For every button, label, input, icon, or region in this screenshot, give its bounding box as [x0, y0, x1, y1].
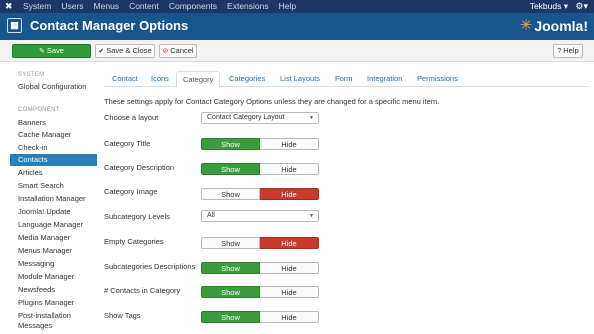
sidebar-heading-component: COMPONENT [18, 107, 60, 113]
save-button[interactable]: ✎ Save [12, 44, 91, 58]
tab-categories[interactable]: Categories [223, 71, 271, 87]
category-title-hide-button[interactable]: Hide [260, 138, 319, 150]
contacts-in-category-label: # Contacts in Category [104, 286, 181, 295]
contacts-in-category-show-button[interactable]: Show [201, 286, 260, 298]
show-tags-show-button[interactable]: Show [201, 311, 260, 323]
cancel-icon: ⊘ [162, 48, 169, 55]
empty-categories-toggle: Show Hide [201, 237, 319, 249]
tab-form[interactable]: Form [329, 71, 359, 87]
check-icon: ✔ [98, 48, 105, 55]
page-title: Contact Manager Options [30, 18, 189, 33]
sidebar-item-contacts[interactable]: Contacts [10, 154, 97, 166]
help-icon: ? [557, 48, 562, 55]
sidebar: SYSTEM Global Configuration COMPONENT Ba… [0, 63, 97, 334]
save-icon: ✎ [39, 48, 45, 55]
category-title-label: Category Title [104, 139, 151, 148]
sidebar-item-global-configuration[interactable]: Global Configuration [10, 81, 97, 93]
category-title-show-button[interactable]: Show [201, 138, 260, 150]
sidebar-item-menus-manager[interactable]: Menus Manager [10, 245, 97, 257]
sidebar-item-smart-search[interactable]: Smart Search [10, 180, 97, 192]
joomla-brand-text: Joomla! [534, 18, 588, 34]
sidebar-item-module-manager[interactable]: Module Manager [10, 271, 97, 283]
category-image-toggle: Show Hide [201, 188, 319, 200]
subcategory-levels-label: Subcategory Levels [104, 212, 170, 221]
contacts-in-category-hide-button[interactable]: Hide [260, 286, 319, 298]
joomla-brand-icon: ✳ [519, 17, 533, 34]
joomla-brand: ✳ Joomla! [520, 17, 588, 35]
sidebar-item-newsfeeds[interactable]: Newsfeeds [10, 284, 97, 296]
sidebar-item-installation-manager[interactable]: Installation Manager [10, 193, 97, 205]
category-image-hide-button[interactable]: Hide [260, 188, 319, 200]
save-close-button[interactable]: ✔ Save & Close [95, 44, 155, 58]
menu-help[interactable]: Help [274, 0, 301, 13]
intro-text: These settings apply for Contact Categor… [104, 97, 440, 106]
joomla-logo-icon[interactable]: ✖ [5, 2, 14, 11]
subcategories-descriptions-show-button[interactable]: Show [201, 262, 260, 274]
menu-components[interactable]: Components [164, 0, 222, 13]
sidebar-heading-system: SYSTEM [18, 72, 45, 78]
category-description-label: Category Description [104, 163, 175, 172]
category-image-label: Category Image [104, 187, 158, 196]
menu-system[interactable]: System [18, 0, 56, 13]
tab-category[interactable]: Category [176, 71, 221, 88]
category-description-show-button[interactable]: Show [201, 163, 260, 175]
admin-menu: System Users Menus Content Components Ex… [18, 0, 301, 13]
menu-users[interactable]: Users [56, 0, 88, 13]
chevron-down-icon: ▼ [309, 213, 314, 219]
user-menu[interactable]: Tekbuds ▾ [530, 0, 568, 13]
layout-select-value: Contact Category Layout [207, 114, 285, 121]
toolbar: ✎ Save ✔ Save & Close ⊘ Cancel ? Help [0, 40, 594, 62]
main-content: Contact Icons Category Categories List L… [104, 66, 590, 334]
sidebar-item-messaging[interactable]: Messaging [10, 258, 97, 270]
options-tabs: Contact Icons Category Categories List L… [104, 68, 590, 88]
sidebar-item-articles[interactable]: Articles [10, 167, 97, 179]
sidebar-item-messages[interactable]: Messages [10, 320, 97, 332]
category-image-show-button[interactable]: Show [201, 188, 260, 200]
layout-select[interactable]: Contact Category Layout ▼ [201, 112, 319, 124]
empty-categories-hide-button[interactable]: Hide [260, 237, 319, 249]
chevron-down-icon: ▼ [309, 115, 314, 121]
category-title-toggle: Show Hide [201, 138, 319, 150]
gear-icon[interactable]: ⚙▾ [575, 0, 588, 13]
page-header: ▦ Contact Manager Options ✳ Joomla! [0, 13, 594, 40]
tab-contact[interactable]: Contact [106, 71, 144, 87]
sidebar-item-plugins-manager[interactable]: Plugins Manager [10, 297, 97, 309]
tab-permissions[interactable]: Permissions [411, 71, 464, 87]
user-name: Tekbuds [529, 1, 562, 11]
subcategories-descriptions-toggle: Show Hide [201, 262, 319, 274]
sidebar-item-check-in[interactable]: Check-in [10, 142, 97, 154]
sidebar-item-cache-manager[interactable]: Cache Manager [10, 129, 97, 141]
sidebar-item-joomla-update[interactable]: Joomla! Update [10, 206, 97, 218]
options-icon: ▦ [7, 18, 22, 33]
cancel-button[interactable]: ⊘ Cancel [159, 44, 197, 58]
contacts-in-category-toggle: Show Hide [201, 286, 319, 298]
menu-menus[interactable]: Menus [89, 0, 125, 13]
empty-categories-show-button[interactable]: Show [201, 237, 260, 249]
subcategories-descriptions-hide-button[interactable]: Hide [260, 262, 319, 274]
tab-icons[interactable]: Icons [145, 71, 175, 87]
empty-categories-label: Empty Categories [104, 237, 164, 246]
subcategory-levels-select[interactable]: All ▼ [201, 210, 319, 222]
show-tags-toggle: Show Hide [201, 311, 319, 323]
menu-content[interactable]: Content [124, 0, 164, 13]
tab-list-layouts[interactable]: List Layouts [274, 71, 326, 87]
sidebar-item-media-manager[interactable]: Media Manager [10, 232, 97, 244]
admin-menu-bar: ✖ System Users Menus Content Components … [0, 0, 594, 13]
sidebar-item-language-manager[interactable]: Language Manager [10, 219, 97, 231]
show-tags-hide-button[interactable]: Hide [260, 311, 319, 323]
show-tags-label: Show Tags [104, 311, 141, 320]
category-description-hide-button[interactable]: Hide [260, 163, 319, 175]
subcategories-descriptions-label: Subcategories Descriptions [104, 262, 196, 271]
category-description-toggle: Show Hide [201, 163, 319, 175]
tab-integration[interactable]: Integration [361, 71, 408, 87]
sidebar-item-banners[interactable]: Banners [10, 117, 97, 129]
menu-extensions[interactable]: Extensions [222, 0, 274, 13]
help-button[interactable]: ? Help [553, 44, 583, 58]
subcategory-levels-value: All [207, 212, 215, 219]
layout-label: Choose a layout [104, 113, 159, 122]
